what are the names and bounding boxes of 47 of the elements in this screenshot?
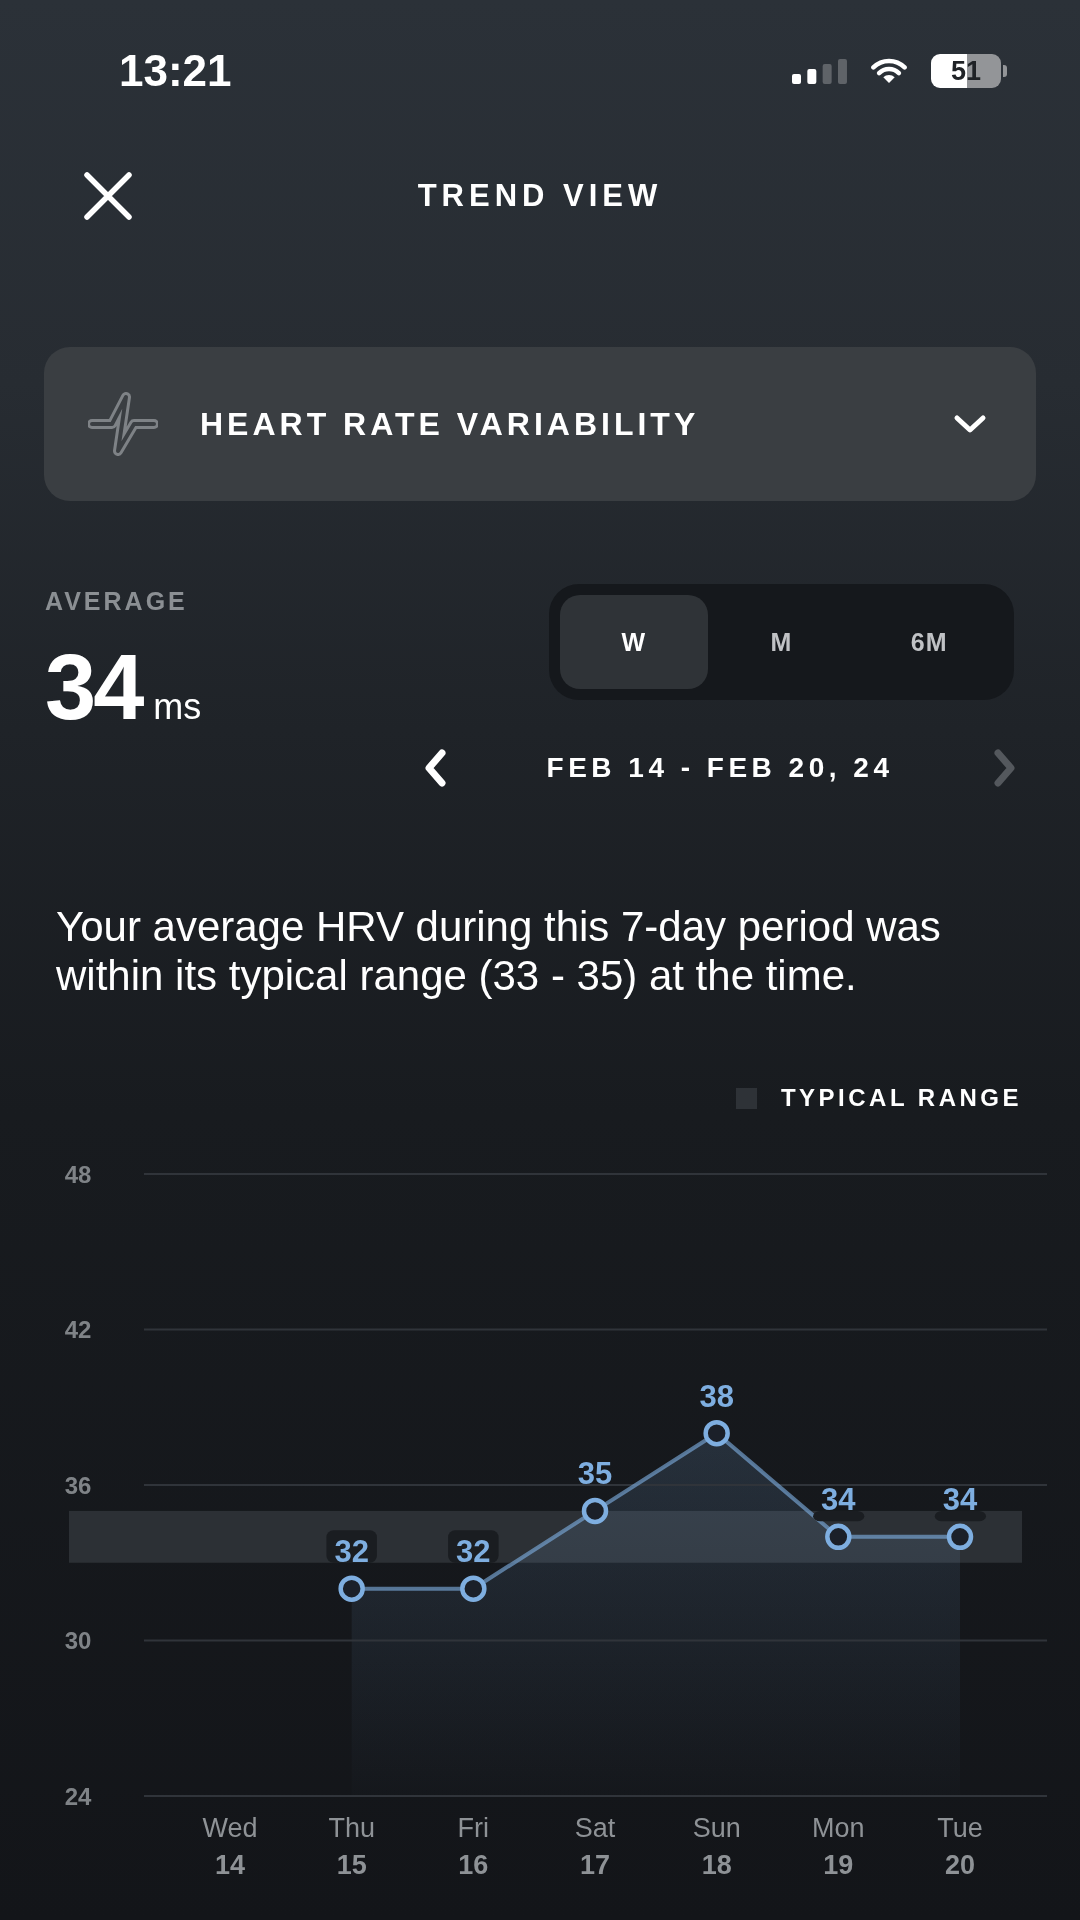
average-value: 34 bbox=[45, 641, 142, 733]
y-axis-label: 48 bbox=[64, 1160, 92, 1188]
x-axis-label: Wed 14 bbox=[202, 1813, 258, 1880]
chevron-right-icon bbox=[993, 748, 1017, 788]
status-time: 13:21 bbox=[119, 46, 232, 96]
y-axis-label: 30 bbox=[64, 1627, 92, 1654]
metric-dropdown[interactable]: HEART RATE VARIABILITY bbox=[44, 347, 1036, 501]
chevron-left-icon bbox=[423, 748, 447, 788]
pulse-icon bbox=[88, 392, 158, 456]
data-label: 35 bbox=[577, 1456, 613, 1492]
data-label: 34 bbox=[942, 1482, 978, 1518]
x-axis-label: Mon 19 bbox=[812, 1813, 865, 1880]
page-title: TREND VIEW bbox=[417, 178, 663, 214]
y-axis-label: 42 bbox=[64, 1316, 92, 1343]
y-axis-label: 24 bbox=[64, 1782, 92, 1810]
swatch-icon bbox=[735, 1087, 757, 1109]
wifi-icon bbox=[871, 57, 907, 85]
data-label: 32 bbox=[456, 1534, 491, 1570]
data-point bbox=[581, 1497, 609, 1525]
data-label: 34 bbox=[813, 1482, 865, 1522]
x-axis-label: Fri 16 bbox=[457, 1813, 490, 1880]
date-range: FEB 14 - FEB 20, 24 bbox=[546, 752, 894, 784]
x-axis-label: Thu 15 bbox=[328, 1813, 375, 1880]
x-axis-label: Sun 18 bbox=[692, 1813, 741, 1880]
data-label: 34 bbox=[821, 1482, 857, 1518]
battery-percent: 51 bbox=[950, 56, 981, 86]
close-button[interactable] bbox=[83, 171, 133, 221]
data-label: 34 bbox=[934, 1482, 986, 1522]
data-point bbox=[825, 1523, 852, 1551]
average-unit: ms bbox=[153, 686, 202, 728]
period-tab[interactable]: 6M bbox=[855, 595, 1003, 689]
y-axis-label: 36 bbox=[64, 1471, 92, 1499]
data-point bbox=[703, 1419, 730, 1447]
data-label: 38 bbox=[699, 1378, 734, 1414]
average-label: AVERAGE bbox=[45, 586, 189, 616]
data-label: 32 bbox=[334, 1534, 369, 1570]
summary-text: Your average HRV during this 7-day period was within its typical range (33 - 35) at the time. bbox=[56, 902, 942, 1000]
data-point bbox=[460, 1575, 487, 1602]
x-axis-label: Tue 20 bbox=[937, 1813, 983, 1880]
legend-label: TYPICAL RANGE bbox=[780, 1083, 1022, 1113]
signal-icon bbox=[792, 58, 847, 84]
data-point bbox=[338, 1575, 365, 1602]
x-axis-label: Sat 17 bbox=[574, 1813, 616, 1880]
close-icon bbox=[83, 171, 133, 221]
data-point bbox=[946, 1523, 974, 1551]
period-tab[interactable]: M bbox=[707, 595, 856, 689]
period-tab[interactable]: W bbox=[560, 595, 708, 689]
